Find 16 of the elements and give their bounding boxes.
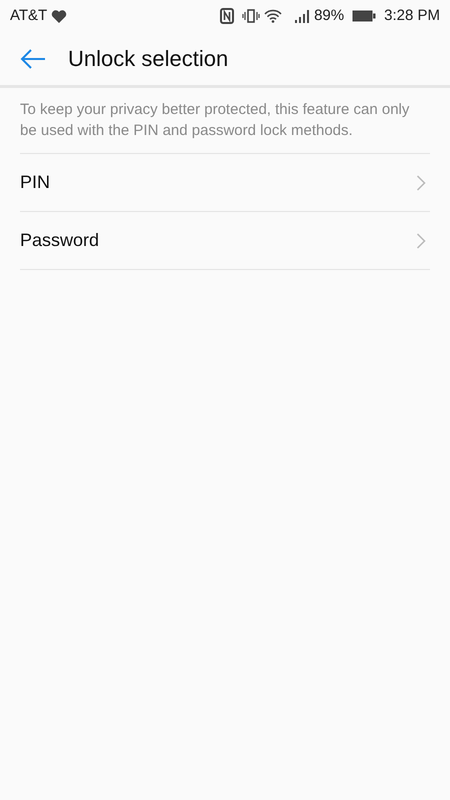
signal-icon [294,9,310,23]
carrier-text: AT&T [10,6,48,26]
heart-icon [51,10,68,22]
nfc-icon [220,8,234,24]
wifi-icon [264,9,282,23]
description-text: To keep your privacy better protected, this feature can only be used with the PIN and password lock methods. [20,88,430,154]
menu-item[interactable]: Password [20,227,100,254]
battery-icon [352,10,376,22]
vibrate-icon [242,9,260,23]
back-arrow-icon[interactable] [20,48,46,68]
clock-text: 3:28 PM [384,6,440,26]
chevron-right-icon [416,232,426,248]
menu-item[interactable]: PIN [20,169,50,196]
page-title: Unlock selection [68,45,228,73]
chevron-right-icon [416,174,426,190]
battery-percent: 89% [314,6,344,26]
